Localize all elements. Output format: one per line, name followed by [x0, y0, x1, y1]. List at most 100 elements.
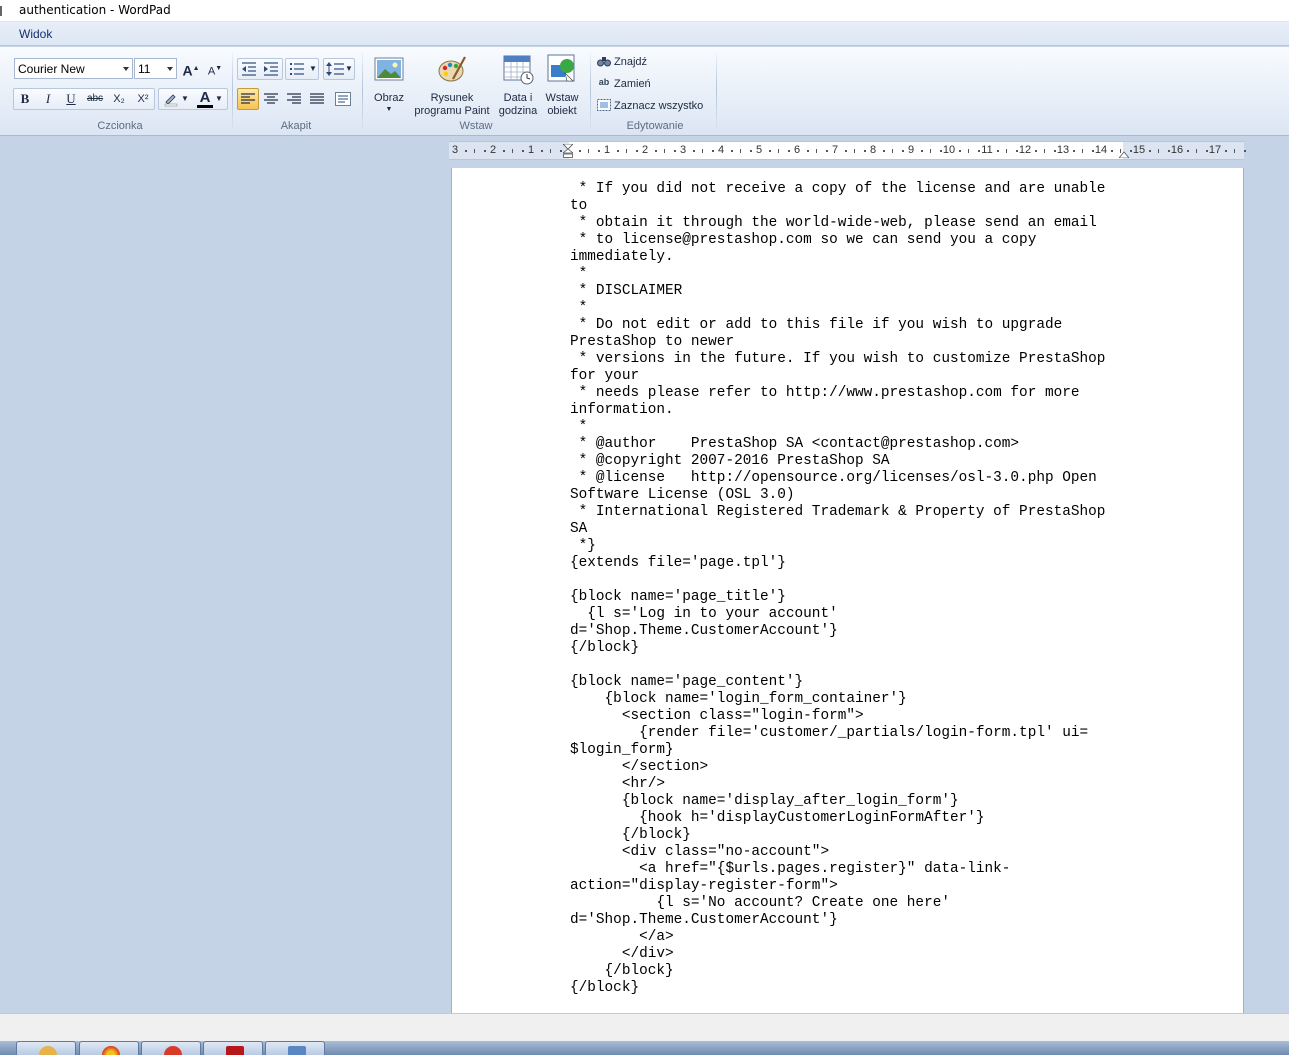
- document-line[interactable]: [570, 657, 1105, 674]
- tab-view[interactable]: Widok: [11, 22, 60, 46]
- ruler-label: 1: [527, 144, 535, 156]
- document-line[interactable]: *}: [570, 538, 1105, 555]
- document-line[interactable]: PrestaShop to newer: [570, 334, 1105, 351]
- document-line[interactable]: </a>: [570, 929, 1105, 946]
- document-line[interactable]: * needs please refer to http://www.prest…: [570, 385, 1105, 402]
- document-line[interactable]: {block name='login_form_container'}: [570, 691, 1105, 708]
- ruler-tick: [550, 149, 551, 153]
- document-line[interactable]: {l s='Log in to your account': [570, 606, 1105, 623]
- status-bar: [0, 1013, 1289, 1041]
- document-line[interactable]: *: [570, 266, 1105, 283]
- underline-button[interactable]: U: [60, 88, 82, 110]
- font-size-combo[interactable]: 11: [134, 58, 177, 79]
- paragraph-settings-button[interactable]: [332, 88, 354, 110]
- document-line[interactable]: </div>: [570, 946, 1105, 963]
- align-center-button[interactable]: [260, 88, 282, 110]
- document-line[interactable]: {/block}: [570, 963, 1105, 980]
- document-line[interactable]: *: [570, 419, 1105, 436]
- document-line[interactable]: * Do not edit or add to this file if you…: [570, 317, 1105, 334]
- select-all-button[interactable]: Zaznacz wszystko: [596, 99, 703, 117]
- find-button[interactable]: Znajdź: [596, 55, 647, 73]
- bullet-list-dropdown[interactable]: ▼: [308, 58, 318, 80]
- grow-font-button[interactable]: A▲: [180, 58, 202, 80]
- document-line[interactable]: <a href="{$urls.pages.register}" data-li…: [570, 861, 1105, 878]
- document-line[interactable]: information.: [570, 402, 1105, 419]
- document-line[interactable]: * DISCLAIMER: [570, 283, 1105, 300]
- shrink-font-button[interactable]: A▼: [204, 58, 226, 80]
- document-line[interactable]: <section class="login-form">: [570, 708, 1105, 725]
- document-line[interactable]: {block name='display_after_login_form'}: [570, 793, 1105, 810]
- document-line[interactable]: {block name='page_content'}: [570, 674, 1105, 691]
- ruler-tick: [1168, 150, 1170, 152]
- document-line[interactable]: * International Registered Trademark & P…: [570, 504, 1106, 521]
- paint-label-line-1: Rysunek: [430, 92, 474, 104]
- document-line[interactable]: {/block}: [570, 640, 1105, 657]
- document-line[interactable]: {hook h='displayCustomerLoginFormAfter'}: [570, 810, 1105, 827]
- document-line[interactable]: * If you did not receive a copy of the l…: [570, 181, 1106, 198]
- text-color-dropdown[interactable]: ▼: [214, 88, 224, 110]
- highlight-color-button[interactable]: [160, 88, 182, 110]
- insert-picture-button[interactable]: Obraz ▼: [368, 53, 410, 114]
- superscript-button[interactable]: X²: [132, 88, 154, 110]
- ruler-tick: [1044, 149, 1045, 153]
- document-line[interactable]: <hr/>: [570, 776, 1105, 793]
- font-family-combo[interactable]: Courier New: [14, 58, 133, 79]
- document-line[interactable]: {block name='page_title'}: [570, 589, 1105, 606]
- document-line[interactable]: Software License (OSL 3.0): [570, 487, 1105, 504]
- strikethrough-button[interactable]: abc: [84, 88, 106, 110]
- taskbar-item-explorer[interactable]: [16, 1041, 76, 1055]
- ruler[interactable]: 3 2 1 1 2 3 4 5 6 7 8 9 10 11 12 13 14 15 16 17: [449, 141, 1246, 160]
- document-line[interactable]: [570, 572, 1105, 589]
- document-line[interactable]: d='Shop.Theme.CustomerAccount'}: [570, 623, 1105, 640]
- paint-drawing-button[interactable]: Rysunek programu Paint: [410, 53, 494, 118]
- document-line[interactable]: {extends file='page.tpl'}: [570, 555, 1105, 572]
- taskbar-item-wordpad[interactable]: [265, 1041, 325, 1055]
- taskbar-item-browser[interactable]: [79, 1041, 139, 1055]
- left-indent-marker[interactable]: [563, 144, 573, 158]
- document-line[interactable]: immediately.: [570, 249, 1105, 266]
- highlight-dropdown[interactable]: ▼: [180, 88, 190, 110]
- document-line[interactable]: {/block}: [570, 980, 1105, 997]
- font-group-label: Czcionka: [97, 120, 143, 132]
- document-line[interactable]: {/block}: [570, 827, 1105, 844]
- decrease-indent-button[interactable]: [238, 58, 260, 80]
- document-line[interactable]: *: [570, 300, 1105, 317]
- document-line[interactable]: to: [570, 198, 1105, 215]
- taskbar-item-ftp[interactable]: [203, 1041, 263, 1055]
- document-line[interactable]: <div class="no-account">: [570, 844, 1105, 861]
- align-left-button[interactable]: [237, 88, 259, 110]
- subscript-button[interactable]: X₂: [108, 88, 130, 110]
- increase-indent-button[interactable]: [260, 58, 282, 80]
- document-line[interactable]: * @author PrestaShop SA <contact@prestas…: [570, 436, 1105, 453]
- justify-button[interactable]: [306, 88, 328, 110]
- document-line[interactable]: action="display-register-form">: [570, 878, 1105, 895]
- document-line[interactable]: * @license http://opensource.org/license…: [570, 470, 1105, 487]
- system-menu-icon[interactable]: [0, 6, 6, 16]
- ruler-tick: [1234, 149, 1235, 153]
- align-right-button[interactable]: [283, 88, 305, 110]
- document-text[interactable]: * If you did not receive a copy of the l…: [570, 181, 1105, 997]
- italic-button[interactable]: I: [37, 88, 59, 110]
- document-line[interactable]: {render file='customer/_partials/login-f…: [570, 725, 1105, 742]
- ruler-label: 16: [1170, 144, 1184, 156]
- document-line[interactable]: d='Shop.Theme.CustomerAccount'}: [570, 912, 1105, 929]
- document-line[interactable]: SA: [570, 521, 1105, 538]
- document-line[interactable]: * to license@prestashop.com so we can se…: [570, 232, 1105, 249]
- document-line[interactable]: * versions in the future. If you wish to…: [570, 351, 1106, 368]
- document-page[interactable]: * If you did not receive a copy of the l…: [451, 168, 1244, 1013]
- bold-button[interactable]: B: [14, 88, 36, 110]
- document-line[interactable]: * obtain it through the world-wide-web, …: [570, 215, 1105, 232]
- line-spacing-dropdown[interactable]: ▼: [344, 58, 354, 80]
- line-spacing-button[interactable]: [324, 58, 346, 80]
- document-line[interactable]: {l s='No account? Create one here': [570, 895, 1105, 912]
- document-line[interactable]: * @copyright 2007-2016 PrestaShop SA: [570, 453, 1105, 470]
- document-line[interactable]: $login_form}: [570, 742, 1105, 759]
- bullet-list-button[interactable]: [286, 58, 308, 80]
- document-line[interactable]: </section>: [570, 759, 1105, 776]
- date-time-button[interactable]: Data i godzina: [495, 53, 541, 118]
- taskbar-item-app[interactable]: [141, 1041, 201, 1055]
- document-line[interactable]: for your: [570, 368, 1105, 385]
- text-color-button[interactable]: A: [194, 87, 216, 109]
- replace-button[interactable]: ab Zamień: [596, 77, 651, 95]
- insert-object-button[interactable]: Wstaw obiekt: [542, 53, 582, 118]
